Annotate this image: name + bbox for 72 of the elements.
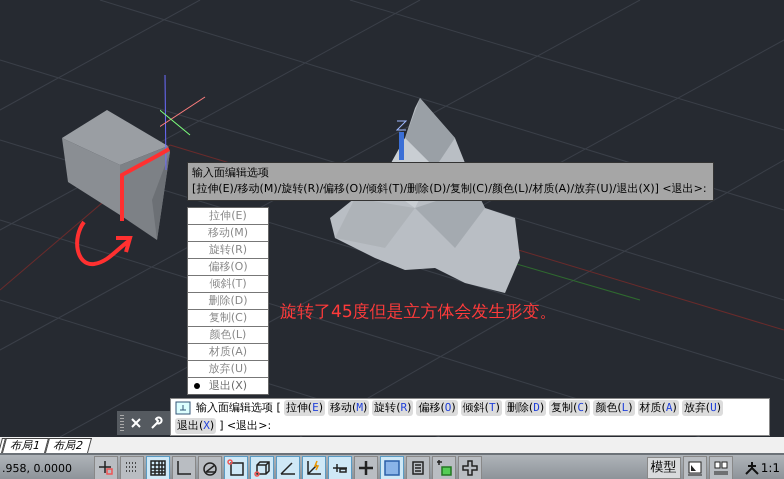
status-toggle[interactable] [458,456,482,479]
menu-item[interactable]: 旋转(R) [188,242,268,259]
menu-item[interactable]: 删除(D) [188,293,268,310]
status-toggle[interactable] [328,456,352,479]
menu-item[interactable]: 偏移(O) [188,259,268,276]
plus-minus-icon [332,463,348,473]
status-toggle[interactable] [432,456,456,479]
annotation-text: 旋转了45度但是立方体会发生形变。 [280,301,557,323]
close-icon [130,417,142,429]
layout-icon [686,460,703,476]
status-toggle[interactable] [94,456,118,479]
menu-item[interactable]: 倾斜(T) [188,276,268,293]
annotation-scale[interactable]: 1:1 [744,461,784,475]
command-option[interactable]: 偏移(O) [416,400,458,416]
axes-icon [307,460,322,475]
status-toggle[interactable] [276,456,300,479]
command-icon [175,401,191,415]
status-toggle[interactable] [224,456,248,479]
command-prompt: 输入面编辑选项 [ [196,400,281,416]
tooltip-title: 输入面编辑选项 [192,165,270,181]
command-option[interactable]: 拉伸(E) [284,400,326,416]
menu-item[interactable]: 移动(M) [188,225,268,242]
angle-icon [280,462,296,475]
command-option[interactable]: 倾斜(T) [460,400,502,416]
grip-icon [120,415,124,431]
status-toggle[interactable] [146,456,170,479]
command-option[interactable]: 退出(X) [175,418,216,434]
angle-icon [203,462,217,476]
coordinates: .958, 0.0000 [1,462,73,474]
command-option[interactable]: 放弃(U) [682,400,723,416]
menu-item[interactable]: 退出(X) [188,378,268,394]
cube-icon [254,461,270,477]
command-option[interactable]: 颜色(L) [593,400,635,416]
wrench-icon [149,416,163,430]
menu-item[interactable]: 拉伸(E) [188,208,268,225]
menu-item[interactable]: 复制(C) [188,310,268,327]
plus-icon [358,460,374,476]
layout-button[interactable] [682,456,707,479]
menu-item[interactable]: 放弃(U) [188,361,268,378]
layout-tab[interactable]: 布局2 [45,438,92,453]
menu-item[interactable]: 材质(A) [188,344,268,361]
menu-item[interactable]: 颜色(L) [188,327,268,344]
status-toggle[interactable] [120,456,144,479]
grid-icon [150,460,166,476]
annotation-scale-icon [744,461,759,475]
checker-icon [384,460,400,476]
layout-button[interactable] [708,456,733,479]
z-axis-icon [396,120,408,160]
model-button[interactable]: 模型 [646,457,681,479]
status-toggle[interactable] [250,456,274,479]
square-icon [227,459,244,476]
layout-tab[interactable]: 布局1 [2,438,49,453]
status-toggle[interactable] [354,456,378,479]
list-icon [412,461,424,475]
command-option[interactable]: 删除(D) [504,400,546,416]
crosshair-icon [98,460,113,475]
dots-icon [125,462,139,472]
command-option[interactable]: 材质(A) [638,400,679,416]
status-toggle[interactable] [302,456,326,479]
command-option[interactable]: 移动(M) [328,400,370,416]
right-angle-icon [177,461,191,475]
command-option[interactable]: 复制(C) [549,400,590,416]
status-toggle[interactable] [406,456,430,479]
status-toggle[interactable] [198,456,222,479]
command-suffix: ] <退出>: [219,418,272,434]
command-option[interactable]: 旋转(R) [372,400,414,416]
status-toggle[interactable] [380,456,404,479]
layers-icon [436,459,452,476]
plus-outline-icon [462,460,478,476]
status-toggle[interactable] [172,456,196,479]
viewports-icon [712,460,729,476]
tooltip-options: [拉伸(E)/移动(M)/旋转(R)/偏移(O)/倾斜(T)/删除(D)/复制(C)/颜色(L)/材质(A)/放弃(U)/退出(X)] <退出>: [192,181,707,197]
